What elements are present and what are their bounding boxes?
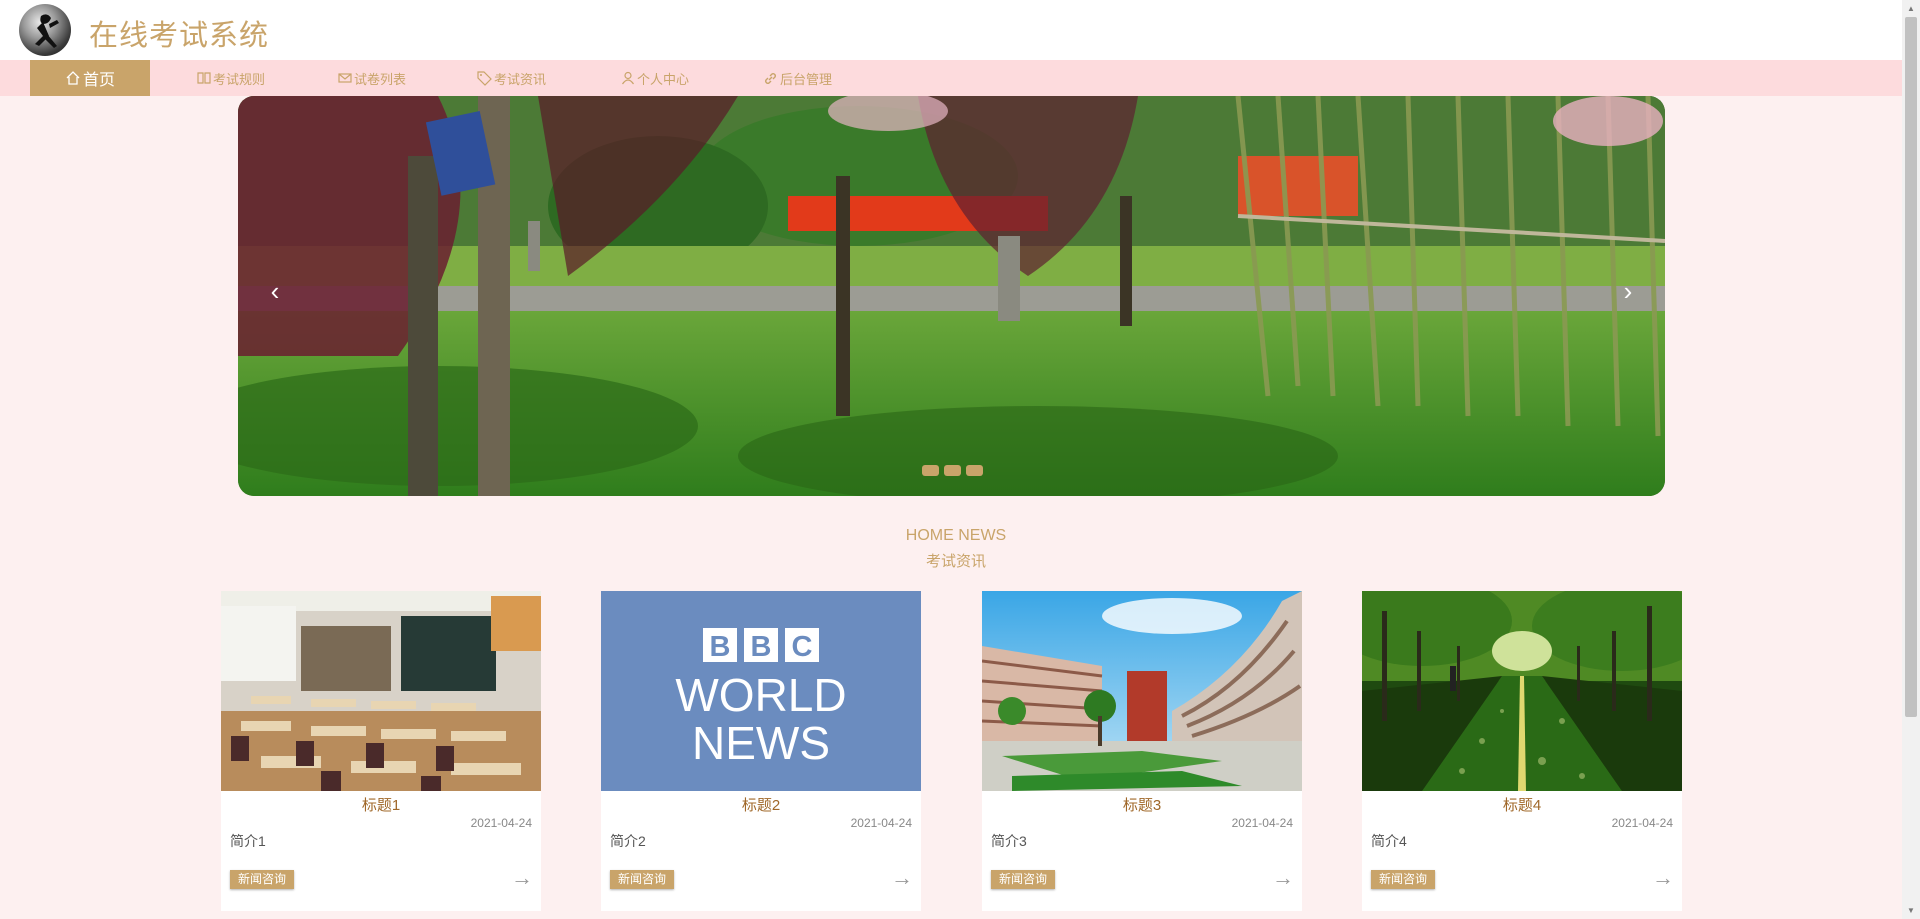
bbc-line2: NEWS bbox=[692, 717, 830, 769]
news-date: 2021-04-24 bbox=[470, 816, 532, 830]
news-category-tag[interactable]: 新闻咨询 bbox=[1371, 870, 1436, 889]
home-icon bbox=[66, 71, 80, 85]
news-card[interactable]: 标题3 2021-04-24 简介3 新闻咨询 → bbox=[982, 591, 1302, 911]
bbc-letter: B bbox=[751, 631, 772, 663]
news-section-title-zh: 考试资讯 bbox=[925, 553, 986, 570]
carousel-slide-image bbox=[238, 96, 1665, 496]
news-date: 2021-04-24 bbox=[1231, 816, 1293, 830]
scrollbar-thumb[interactable] bbox=[1905, 17, 1917, 717]
news-category-tag[interactable]: 新闻咨询 bbox=[610, 870, 675, 889]
nav-item-personal-center[interactable]: 个人中心 bbox=[621, 60, 689, 96]
main-nav: 首页 考试规则 试卷列表 考试资讯 个人中心 后台管理 bbox=[0, 60, 1902, 96]
arrow-right-icon[interactable]: → bbox=[891, 865, 913, 891]
nav-item-label: 首页 bbox=[82, 72, 115, 89]
book-icon bbox=[197, 72, 211, 84]
news-category-tag[interactable]: 新闻咨询 bbox=[230, 870, 295, 889]
carousel-prev-button[interactable]: ‹ bbox=[260, 276, 290, 306]
site-header: 在线考试系统 bbox=[0, 0, 1902, 60]
carousel-dot[interactable] bbox=[944, 465, 961, 476]
nav-item-exam-rules[interactable]: 考试规则 bbox=[197, 60, 265, 96]
scroll-down-arrow-icon[interactable]: ▼ bbox=[1902, 902, 1920, 919]
news-title[interactable]: 标题4 bbox=[1362, 794, 1682, 815]
nav-item-label: 考试规则 bbox=[213, 71, 266, 87]
news-card[interactable]: 标题1 2021-04-24 简介1 新闻咨询 → bbox=[221, 591, 541, 911]
runner-logo-icon[interactable] bbox=[19, 4, 71, 56]
news-thumbnail-road[interactable] bbox=[1362, 591, 1682, 791]
nav-item-paper-list[interactable]: 试卷列表 bbox=[338, 60, 406, 96]
nav-item-label: 试卷列表 bbox=[354, 71, 407, 87]
nav-item-exam-news[interactable]: 考试资讯 bbox=[477, 60, 546, 96]
news-card[interactable]: B B C WORLD NEWS 标题2 2021-04-24 简介2 新闻咨询… bbox=[601, 591, 921, 911]
nav-item-admin[interactable]: 后台管理 bbox=[763, 60, 832, 96]
mail-icon bbox=[338, 73, 352, 83]
news-intro: 简介1 bbox=[230, 833, 266, 849]
link-icon bbox=[765, 72, 776, 84]
bbc-letter: C bbox=[792, 631, 813, 663]
bbc-letter: B bbox=[710, 631, 731, 663]
site-title: 在线考试系统 bbox=[89, 20, 270, 52]
page-scrollbar[interactable]: ▲ ▼ bbox=[1902, 0, 1920, 919]
news-date: 2021-04-24 bbox=[850, 816, 912, 830]
nav-item-label: 后台管理 bbox=[780, 71, 833, 87]
user-icon bbox=[622, 71, 634, 85]
news-title[interactable]: 标题3 bbox=[982, 794, 1302, 815]
arrow-right-icon[interactable]: → bbox=[511, 865, 533, 891]
banner-carousel[interactable]: ‹ › bbox=[238, 96, 1665, 496]
nav-item-home[interactable]: 首页 bbox=[30, 60, 150, 96]
news-category-tag[interactable]: 新闻咨询 bbox=[991, 870, 1056, 889]
bbc-line1: WORLD bbox=[675, 669, 846, 721]
carousel-next-button[interactable]: › bbox=[1613, 276, 1643, 306]
arrow-right-icon[interactable]: → bbox=[1652, 865, 1674, 891]
carousel-dot[interactable] bbox=[922, 465, 939, 476]
nav-item-label: 个人中心 bbox=[637, 71, 690, 87]
news-intro: 简介4 bbox=[1371, 833, 1407, 849]
news-intro: 简介2 bbox=[610, 833, 646, 849]
nav-item-label: 考试资讯 bbox=[494, 71, 547, 87]
news-thumbnail-classroom[interactable] bbox=[221, 591, 541, 791]
news-card[interactable]: 标题4 2021-04-24 简介4 新闻咨询 → bbox=[1362, 591, 1682, 911]
carousel-indicators bbox=[922, 465, 983, 476]
scroll-up-arrow-icon[interactable]: ▲ bbox=[1902, 0, 1920, 17]
news-title[interactable]: 标题1 bbox=[221, 794, 541, 815]
tag-icon bbox=[477, 70, 492, 86]
news-intro: 简介3 bbox=[991, 833, 1027, 849]
news-date: 2021-04-24 bbox=[1611, 816, 1673, 830]
news-thumbnail-campus[interactable] bbox=[982, 591, 1302, 791]
arrow-right-icon[interactable]: → bbox=[1272, 865, 1294, 891]
news-title[interactable]: 标题2 bbox=[601, 794, 921, 815]
news-section-title-en: HOME NEWS bbox=[905, 527, 1007, 544]
news-thumbnail-bbc[interactable]: B B C WORLD NEWS bbox=[601, 591, 921, 791]
carousel-dot[interactable] bbox=[966, 465, 983, 476]
